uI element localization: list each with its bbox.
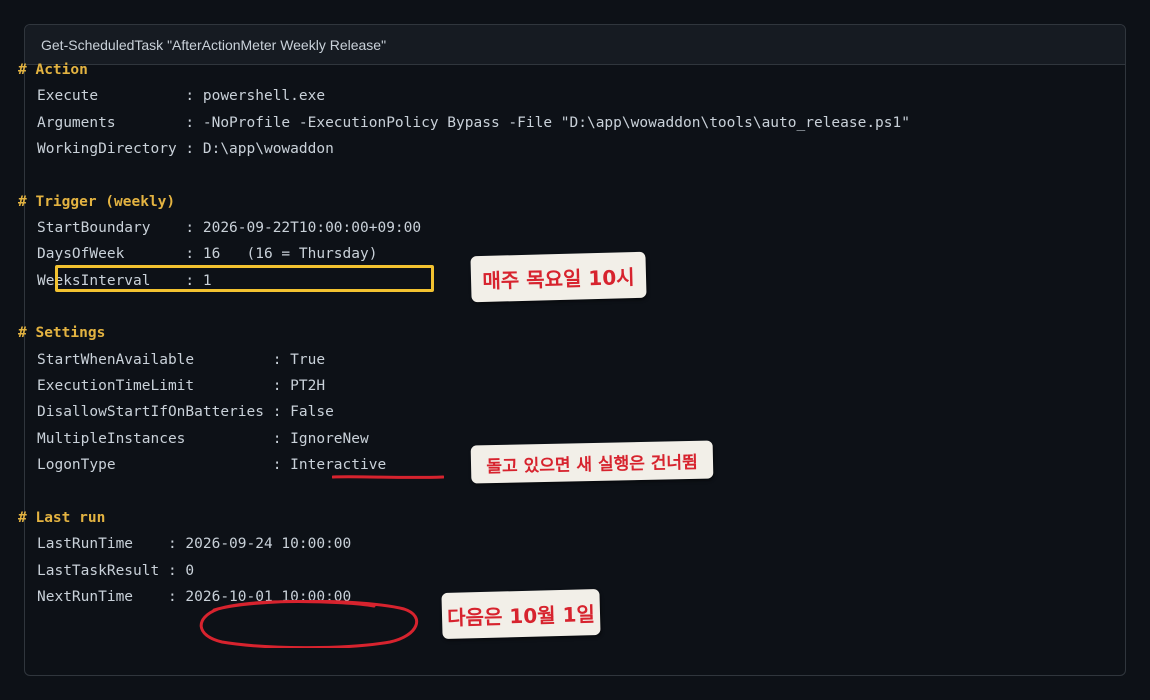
property-line: StartWhenAvailable : True — [37, 351, 326, 368]
property-line: LogonType : Interactive — [37, 457, 387, 474]
property-line: MultipleInstances : IgnoreNew — [37, 430, 369, 447]
property-line: ExecutionTimeLimit : PT2H — [37, 378, 326, 395]
annotation-next-run: 다음은 10월 1일 — [441, 588, 601, 640]
property-line: StartBoundary : 2026-09-22T10:00:00+09:0… — [37, 220, 422, 237]
property-line: Execute : powershell.exe — [37, 88, 326, 105]
section-comment: # Settings — [18, 325, 106, 342]
property-line: WorkingDirectory : D:\app\wowaddon — [37, 141, 334, 158]
property-line: Arguments : -NoProfile -ExecutionPolicy … — [37, 114, 910, 131]
property-line: LastTaskResult : 0 — [37, 562, 195, 579]
annotation-weekly-thursday: 매주 목요일 10시 — [470, 251, 647, 303]
section-comment: # Action — [18, 62, 88, 78]
next-run-circle — [199, 600, 418, 648]
property-line: DisallowStartIfOnBatteries : False — [37, 404, 334, 421]
property-line: DaysOfWeek : 16 (16 = Thursday) — [37, 246, 378, 263]
code-block: # Action Execute : powershell.exe Argument… — [18, 57, 910, 610]
section-comment: # Trigger (weekly) — [18, 193, 176, 210]
section-comment: # Last run — [18, 509, 106, 526]
multiple-instances-underline — [332, 475, 444, 479]
annotation-ignore-new: 돌고 있으면 새 실행은 건너뜀 — [470, 440, 714, 484]
property-line: LastRunTime : 2026-09-24 10:00:00 — [37, 536, 352, 553]
days-of-week-highlight — [55, 265, 434, 292]
